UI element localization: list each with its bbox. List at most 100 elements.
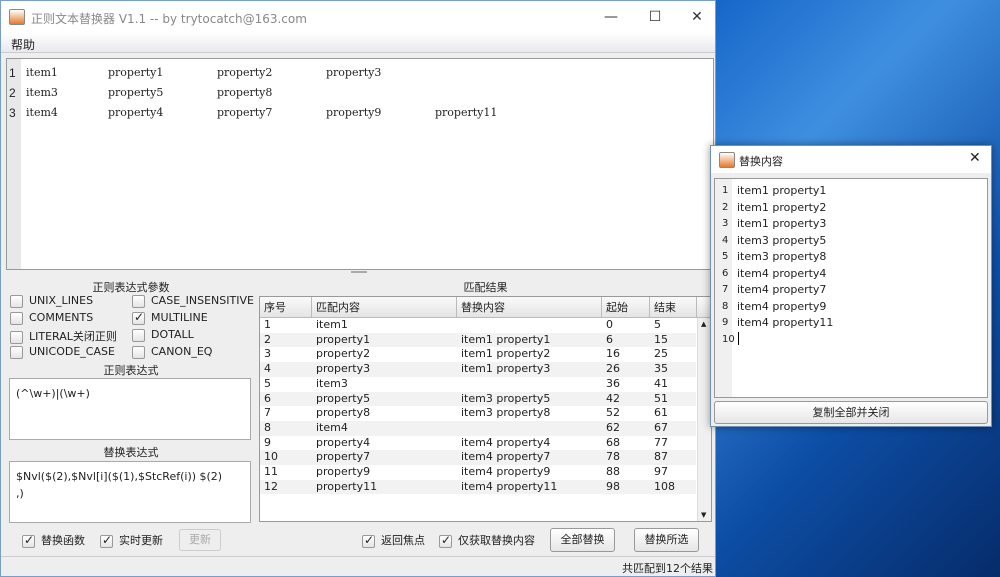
return-focus-checkbox[interactable]: 返回焦点 [362, 532, 425, 548]
option-canon_eq-checkbox[interactable]: CANON_EQ [132, 345, 212, 359]
table-row[interactable]: 8 item4 62 67 [260, 420, 696, 436]
table-row[interactable]: 6 property5 item3 property5 42 51 [260, 391, 696, 407]
table-cell: property7 [316, 450, 371, 464]
table-row[interactable]: 9 property4 item4 property4 68 77 [260, 436, 696, 451]
only-replace-content-checkbox[interactable]: 仅获取替换内容 [439, 532, 535, 548]
window-title: 正则文本替换器 V1.1 -- by trytocatch@163.com [31, 12, 307, 26]
table-cell: 12 [264, 479, 278, 493]
option-case_insensitive-checkbox[interactable]: CASE_INSENSITIVE [132, 294, 254, 308]
line-number: 2 [722, 201, 729, 213]
column-header[interactable]: 替换内容 [457, 297, 602, 318]
table-cell: property2 [316, 347, 371, 361]
copy-all-and-close-button[interactable]: 复制全部并关闭 [714, 401, 988, 424]
menu-bar: 帮助 [1, 33, 715, 53]
scroll-down-icon[interactable]: ▼ [701, 511, 706, 519]
editor-token: property11 [435, 106, 498, 119]
close-button[interactable]: ✕ [682, 7, 712, 27]
table-row[interactable]: 1 item1 0 5 [260, 318, 696, 333]
checkbox-label: CANON_EQ [151, 345, 213, 358]
table-cell: 26 [606, 362, 620, 376]
column-header[interactable]: 起始 [602, 297, 650, 318]
status-bar: 共匹配到12个结果 [1, 556, 715, 577]
results-table[interactable]: 序号 匹配内容 替换内容 起始 结束 1 item1 0 5 2 property1 item1 p… [259, 296, 712, 522]
table-row[interactable]: 11 property9 item4 property9 88 97 [260, 465, 696, 480]
checkbox-label: 仅获取替换内容 [458, 534, 535, 547]
maximize-button[interactable]: ☐ [640, 7, 670, 27]
table-cell: 1 [264, 318, 271, 331]
match-count-status: 共匹配到12个结果 [622, 562, 713, 575]
option-multiline-checkbox[interactable]: MULTILINE [132, 310, 208, 325]
checkbox-icon [132, 310, 145, 325]
table-cell: 42 [606, 391, 620, 405]
splitter-handle[interactable] [351, 271, 367, 273]
table-row[interactable]: 4 property3 item1 property3 26 35 [260, 362, 696, 377]
table-cell: 6 [264, 391, 271, 405]
table-row[interactable]: 5 item3 36 41 [260, 377, 696, 392]
replace-content-textarea[interactable]: 1 item1 property1 2 item1 property2 3 item1 p… [714, 178, 988, 398]
table-cell: property1 [316, 332, 371, 346]
menu-help[interactable]: 帮助 [11, 36, 35, 53]
realtime-update-checkbox[interactable]: 实时更新 [100, 532, 163, 548]
table-cell: 5 [654, 318, 661, 331]
table-cell: item1 property3 [461, 362, 551, 376]
checkbox-label: 实时更新 [119, 534, 163, 547]
table-cell: item3 [316, 376, 348, 390]
dialog-close-button[interactable]: ✕ [969, 150, 981, 166]
table-row[interactable]: 2 property1 item1 property1 6 15 [260, 332, 696, 348]
scroll-up-icon[interactable]: ▲ [701, 320, 706, 328]
minimize-button[interactable]: — [596, 7, 626, 27]
dialog-line-text: item4 property11 [737, 316, 834, 329]
column-header[interactable]: 匹配内容 [312, 297, 457, 318]
table-cell: 16 [606, 347, 620, 361]
table-cell: 51 [654, 391, 668, 405]
dialog-line-text: item4 property7 [737, 283, 827, 296]
table-cell: 10 [264, 450, 278, 464]
replace-selected-button[interactable]: 替换所选 [634, 528, 699, 552]
table-cell: 9 [264, 435, 271, 449]
regex-heading: 正则表达式 [103, 364, 159, 377]
table-cell: item1 [316, 318, 348, 331]
regex-value: (^\w+)|(\w+) [16, 387, 90, 400]
table-row[interactable]: 10 property7 item4 property7 78 87 [260, 450, 696, 465]
table-cell: 7 [264, 406, 271, 420]
option-comments-checkbox[interactable]: COMMENTS [10, 311, 93, 325]
option-unix_lines-checkbox[interactable]: UNIX_LINES [10, 294, 93, 308]
option-literal-checkbox[interactable]: LITERAL关闭正则 [10, 328, 117, 344]
checkbox-icon [22, 533, 35, 548]
option-dotall-checkbox[interactable]: DOTALL [132, 328, 194, 342]
replace-function-checkbox[interactable]: 替换函数 [22, 532, 85, 548]
dialog-line-text: item1 property2 [737, 200, 827, 214]
checkbox-label: 返回焦点 [381, 534, 425, 547]
regex-input[interactable]: (^\w+)|(\w+) [9, 378, 251, 440]
replace-heading: 替换表达式 [103, 446, 159, 459]
table-cell: 61 [654, 406, 668, 420]
table-cell: 78 [606, 450, 620, 464]
editor-token: property3 [326, 66, 382, 79]
java-app-icon [719, 152, 735, 168]
option-unicode_case-checkbox[interactable]: UNICODE_CASE [10, 345, 115, 359]
line-number: 6 [722, 267, 729, 279]
table-cell: 36 [606, 376, 620, 390]
source-text-editor[interactable]: 1 item1 property1 property2 property3 2 item3 p… [6, 58, 714, 270]
column-header[interactable]: 结束 [650, 297, 697, 318]
table-cell: 35 [654, 362, 668, 376]
line-number: 1 [9, 66, 16, 80]
checkbox-label: COMMENTS [29, 311, 94, 324]
table-cell: property4 [316, 435, 371, 449]
table-scrollbar[interactable]: ▲ ▼ [697, 318, 711, 521]
update-button[interactable]: 更新 [179, 529, 221, 551]
table-row[interactable]: 7 property8 item3 property8 52 61 [260, 406, 696, 421]
table-cell: item4 property7 [461, 450, 551, 464]
table-cell: item3 property8 [461, 406, 551, 420]
editor-token: property5 [108, 86, 164, 99]
table-cell: property3 [316, 362, 371, 376]
replace-input[interactable]: $Nvl($(2),$Nvl[i]($(1),$StcRef(i)) $(2),… [9, 461, 251, 523]
column-header[interactable]: 序号 [260, 297, 312, 318]
checkbox-label: 替换函数 [41, 534, 85, 547]
table-header: 序号 匹配内容 替换内容 起始 结束 [260, 297, 711, 318]
table-row[interactable]: 3 property2 item1 property2 16 25 [260, 347, 696, 362]
replace-all-button[interactable]: 全部替换 [550, 528, 615, 552]
table-row[interactable]: 12 property11 item4 property11 98 108 [260, 479, 696, 495]
editor-token: item3 [26, 86, 58, 99]
line-number: 9 [722, 317, 729, 328]
